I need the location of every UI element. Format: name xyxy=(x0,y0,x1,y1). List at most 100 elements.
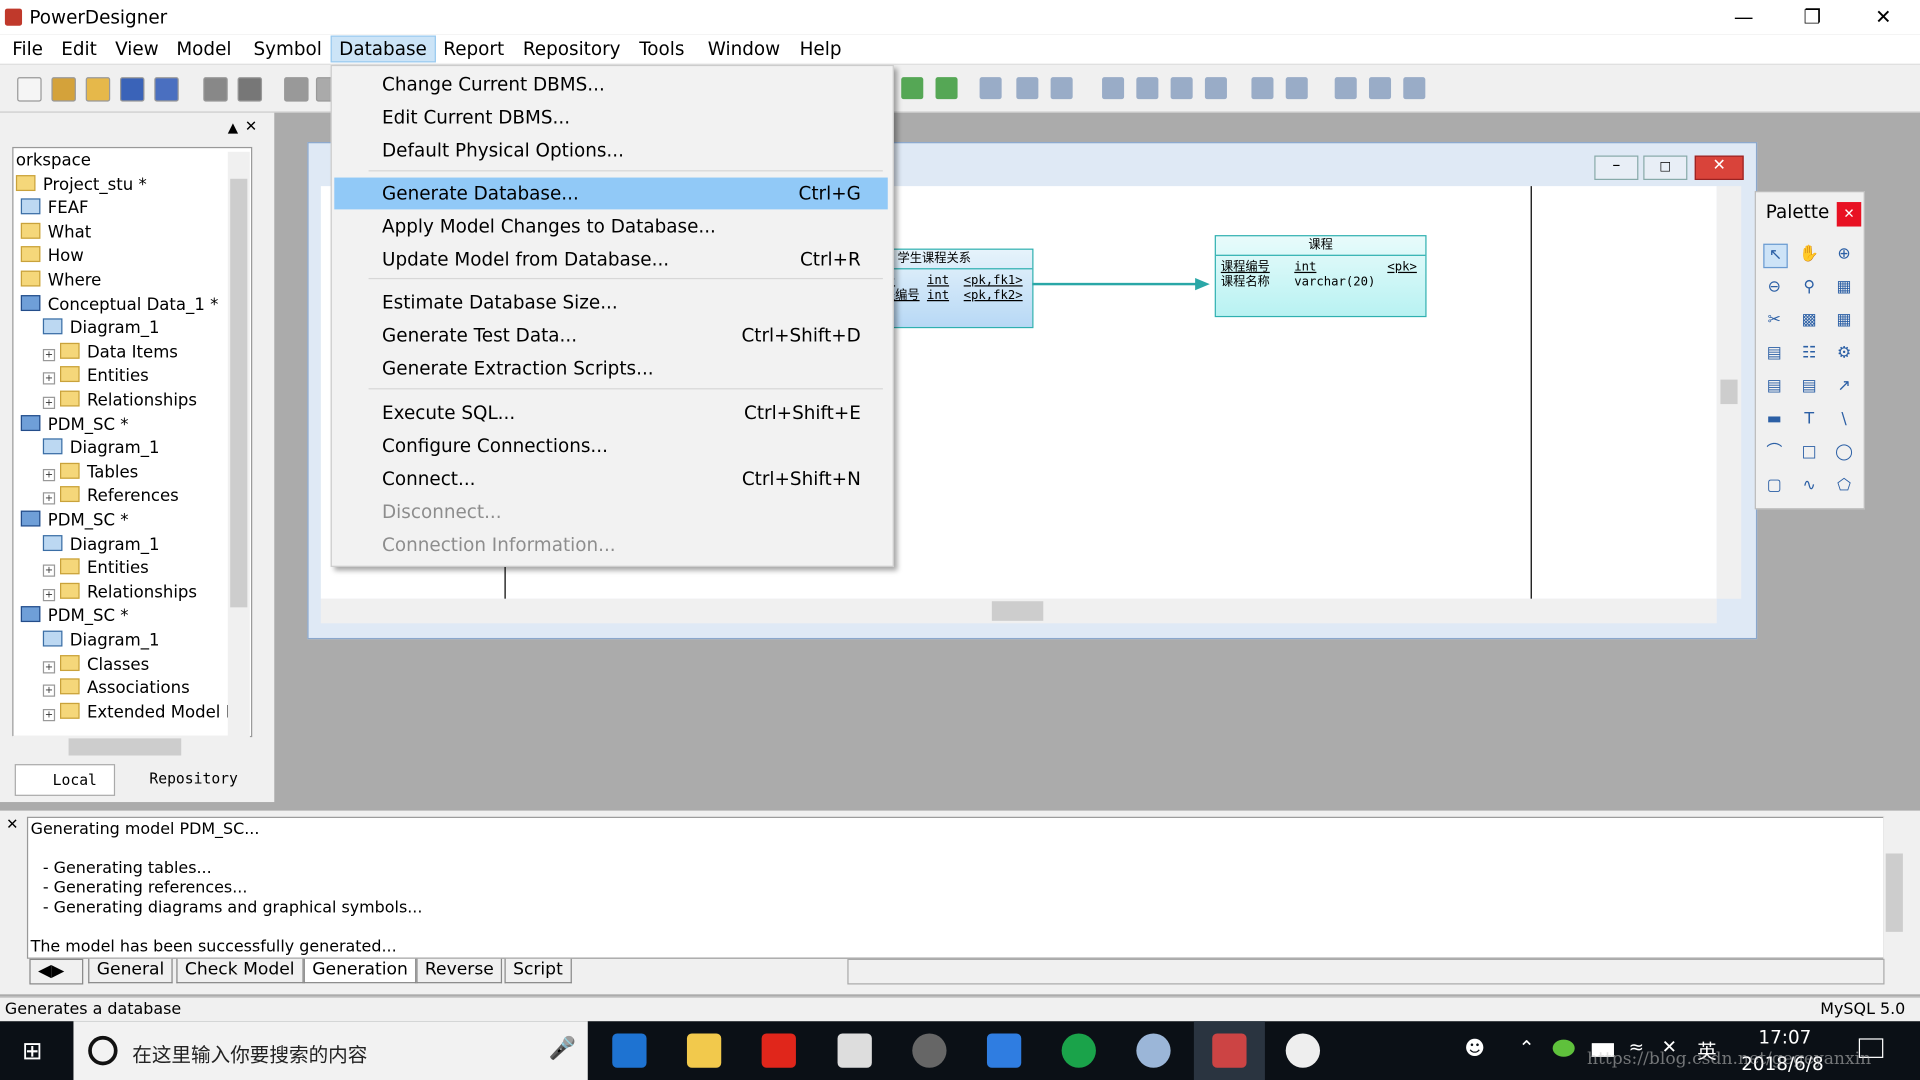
expand-icon[interactable]: + xyxy=(42,660,56,673)
expand-icon[interactable]: + xyxy=(42,492,56,505)
arc-icon[interactable]: ⌒ xyxy=(1763,442,1785,464)
toolbar-button[interactable] xyxy=(1050,77,1073,100)
menu-view[interactable]: View xyxy=(108,37,166,61)
toolbar-button[interactable] xyxy=(237,77,263,102)
output-close-icon[interactable]: ✕ xyxy=(6,816,18,833)
menu-item-configure-connections[interactable]: Configure Connections... xyxy=(334,430,887,462)
tree-item[interactable]: Project_stu * xyxy=(15,173,147,196)
restore-button[interactable]: ❐ xyxy=(1778,0,1847,34)
expand-icon[interactable]: + xyxy=(42,468,56,481)
toolbar-button[interactable] xyxy=(17,77,42,102)
tree-item[interactable]: How xyxy=(20,245,84,268)
zoom-in-icon[interactable]: ⊕ xyxy=(1833,244,1855,266)
menu-item-connection-information[interactable]: Connection Information... xyxy=(334,529,887,561)
toolbar-button[interactable] xyxy=(1285,77,1308,100)
menu-item-generate-database[interactable]: Generate Database... Ctrl+G xyxy=(334,177,888,210)
note-icon[interactable]: ▤ xyxy=(1798,376,1820,398)
text-icon[interactable]: T xyxy=(1798,409,1820,431)
tree-item[interactable]: Diagram_1 xyxy=(42,317,160,340)
line-icon[interactable]: \ xyxy=(1833,409,1855,431)
toolbar-button[interactable] xyxy=(1403,77,1426,100)
pointer-icon[interactable]: ↖ xyxy=(1763,243,1788,269)
menu-help[interactable]: Help xyxy=(792,37,849,61)
tab-local[interactable]: Local xyxy=(14,764,116,796)
minimize-button[interactable]: — xyxy=(1709,0,1778,34)
toolbar-button[interactable] xyxy=(1368,77,1392,100)
output-tab-check-model[interactable]: Check Model xyxy=(176,958,304,984)
package-icon[interactable]: ▩ xyxy=(1798,310,1820,332)
toolbar-button[interactable] xyxy=(1204,77,1227,100)
browser-close-icon[interactable]: ✕ xyxy=(245,118,257,135)
toolbar-button[interactable] xyxy=(203,77,228,102)
tree-item[interactable]: orkspace xyxy=(16,149,91,172)
wechat-app-icon[interactable] xyxy=(1061,1033,1096,1068)
tree-item[interactable]: + Data Items xyxy=(42,341,178,364)
clock-time[interactable]: 17:07 xyxy=(1758,1026,1811,1048)
tree-item[interactable]: Diagram_1 xyxy=(42,437,160,460)
table-icon[interactable]: ▦ xyxy=(1833,310,1855,332)
output-tab-general[interactable]: General xyxy=(88,958,173,984)
palette-close-button[interactable]: ✕ xyxy=(1836,202,1862,227)
tree-item[interactable]: Diagram_1 xyxy=(42,533,160,556)
toolbar-button[interactable] xyxy=(1102,77,1125,100)
user-app-icon[interactable] xyxy=(1285,1033,1321,1068)
tree-item[interactable]: + Tables xyxy=(42,461,138,484)
canvas-vscrollbar[interactable] xyxy=(1716,186,1742,599)
tree-hscrollbar[interactable] xyxy=(12,735,250,758)
open-view-icon[interactable]: ⚲ xyxy=(1798,277,1820,299)
menu-model[interactable]: Model xyxy=(169,37,239,61)
polyline-icon[interactable]: ∿ xyxy=(1798,475,1820,497)
reference-link[interactable] xyxy=(1032,282,1201,286)
menu-item-execute-sql[interactable]: Execute SQL... Ctrl+Shift+E xyxy=(334,397,887,429)
tree-item[interactable]: PDM_SC * xyxy=(20,509,129,532)
file-explorer-icon[interactable] xyxy=(686,1033,722,1068)
tree-item[interactable]: Where xyxy=(20,269,102,292)
tree-item[interactable]: FEAF xyxy=(20,197,89,220)
microphone-icon[interactable]: 🎤 xyxy=(549,1036,576,1062)
rounded-rect-icon[interactable]: ▢ xyxy=(1763,475,1785,497)
menu-database[interactable]: Database xyxy=(330,35,436,63)
output-tab-generation[interactable]: Generation xyxy=(303,958,417,984)
toolbar-button[interactable] xyxy=(120,77,145,102)
tree-item[interactable]: + Associations xyxy=(42,677,190,700)
expand-icon[interactable]: + xyxy=(42,372,56,385)
ellipse-icon[interactable]: ◯ xyxy=(1833,442,1855,464)
rectangle-icon[interactable]: □ xyxy=(1798,442,1820,464)
menu-tools[interactable]: Tools xyxy=(632,37,692,61)
calculator-icon[interactable] xyxy=(837,1033,872,1068)
menu-file[interactable]: File xyxy=(5,37,50,61)
table-student-course[interactable]: 学生课程关系 学号int<pk,fk1>课程编号int<pk,fk2> xyxy=(871,248,1034,329)
output-tab-scroll[interactable]: ◀▶ xyxy=(29,958,84,985)
output-hscrollbar[interactable] xyxy=(847,958,1885,985)
table-course[interactable]: 课程 课程编号 int <pk> 课程名称 varchar(20) xyxy=(1214,235,1427,318)
toolbar-button[interactable] xyxy=(1170,77,1193,100)
expand-icon[interactable]: + xyxy=(42,708,56,721)
tree-item[interactable]: + Entities xyxy=(42,365,149,388)
menu-item-change-current-dbms[interactable]: Change Current DBMS... xyxy=(334,69,887,101)
tree-item[interactable]: Conceptual Data_1 * xyxy=(20,293,218,316)
expand-icon[interactable]: + xyxy=(42,396,56,409)
output-tab-reverse[interactable]: Reverse xyxy=(416,958,503,984)
grabber-icon[interactable]: ✋ xyxy=(1798,244,1820,266)
tree-item[interactable]: Diagram_1 xyxy=(42,629,160,652)
diagram-minimize-button[interactable]: – xyxy=(1594,155,1639,181)
menu-item-connect[interactable]: Connect... Ctrl+Shift+N xyxy=(334,463,887,495)
expand-icon[interactable]: + xyxy=(42,588,56,601)
menu-window[interactable]: Window xyxy=(700,37,787,61)
diagram-maximize-button[interactable]: □ xyxy=(1643,155,1688,181)
tree-item[interactable]: + Relationships xyxy=(42,581,197,604)
paint-app-icon[interactable] xyxy=(1136,1033,1171,1068)
toolbar-button[interactable] xyxy=(1136,77,1159,100)
file-icon[interactable]: ▤ xyxy=(1763,376,1785,398)
canvas-hscrollbar[interactable] xyxy=(320,598,1717,624)
expand-icon[interactable]: + xyxy=(42,348,56,361)
menu-item-generate-extraction-scripts[interactable]: Generate Extraction Scripts... xyxy=(334,353,887,385)
menu-item-disconnect[interactable]: Disconnect... xyxy=(334,496,887,528)
close-button[interactable]: ✕ xyxy=(1849,0,1918,34)
menu-symbol[interactable]: Symbol xyxy=(246,37,329,61)
menu-report[interactable]: Report xyxy=(436,37,512,61)
taskbar-search[interactable]: 在这里输入你要搜索的内容 🎤 xyxy=(73,1021,588,1080)
tree-item[interactable]: + Extended Model De xyxy=(42,701,248,724)
toolbar-button[interactable] xyxy=(154,77,179,102)
delete-icon[interactable]: ✂ xyxy=(1763,310,1785,332)
